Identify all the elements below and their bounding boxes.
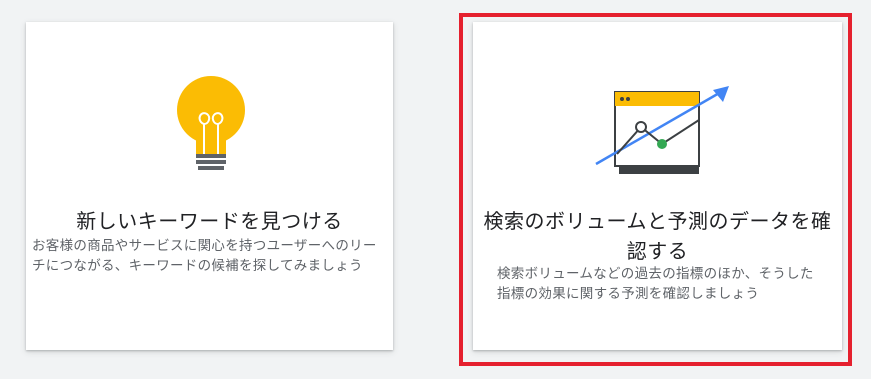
card-description: お客様の商品やサービスに関心を持つユーザーへのリーチにつながる、キーワードの候補…	[32, 238, 377, 274]
forecast-data-card[interactable]: 検索のボリュームと予測のデータを確認する 検索ボリュームなどの過去の指標のほか、…	[473, 22, 842, 350]
card-title: 新しいキーワードを見つける	[76, 209, 343, 233]
lightbulb-icon	[177, 76, 245, 170]
card-description: 検索ボリュームなどの過去の指標のほか、そうした指標の効果に関する予測を確認しまし…	[497, 266, 814, 302]
card-title: 検索のボリュームと予測のデータを確認する	[483, 209, 832, 263]
discover-keywords-card[interactable]: 新しいキーワードを見つける お客様の商品やサービスに関心を持つユーザーへのリーチ…	[26, 22, 393, 350]
trend-chart-icon	[595, 86, 729, 174]
